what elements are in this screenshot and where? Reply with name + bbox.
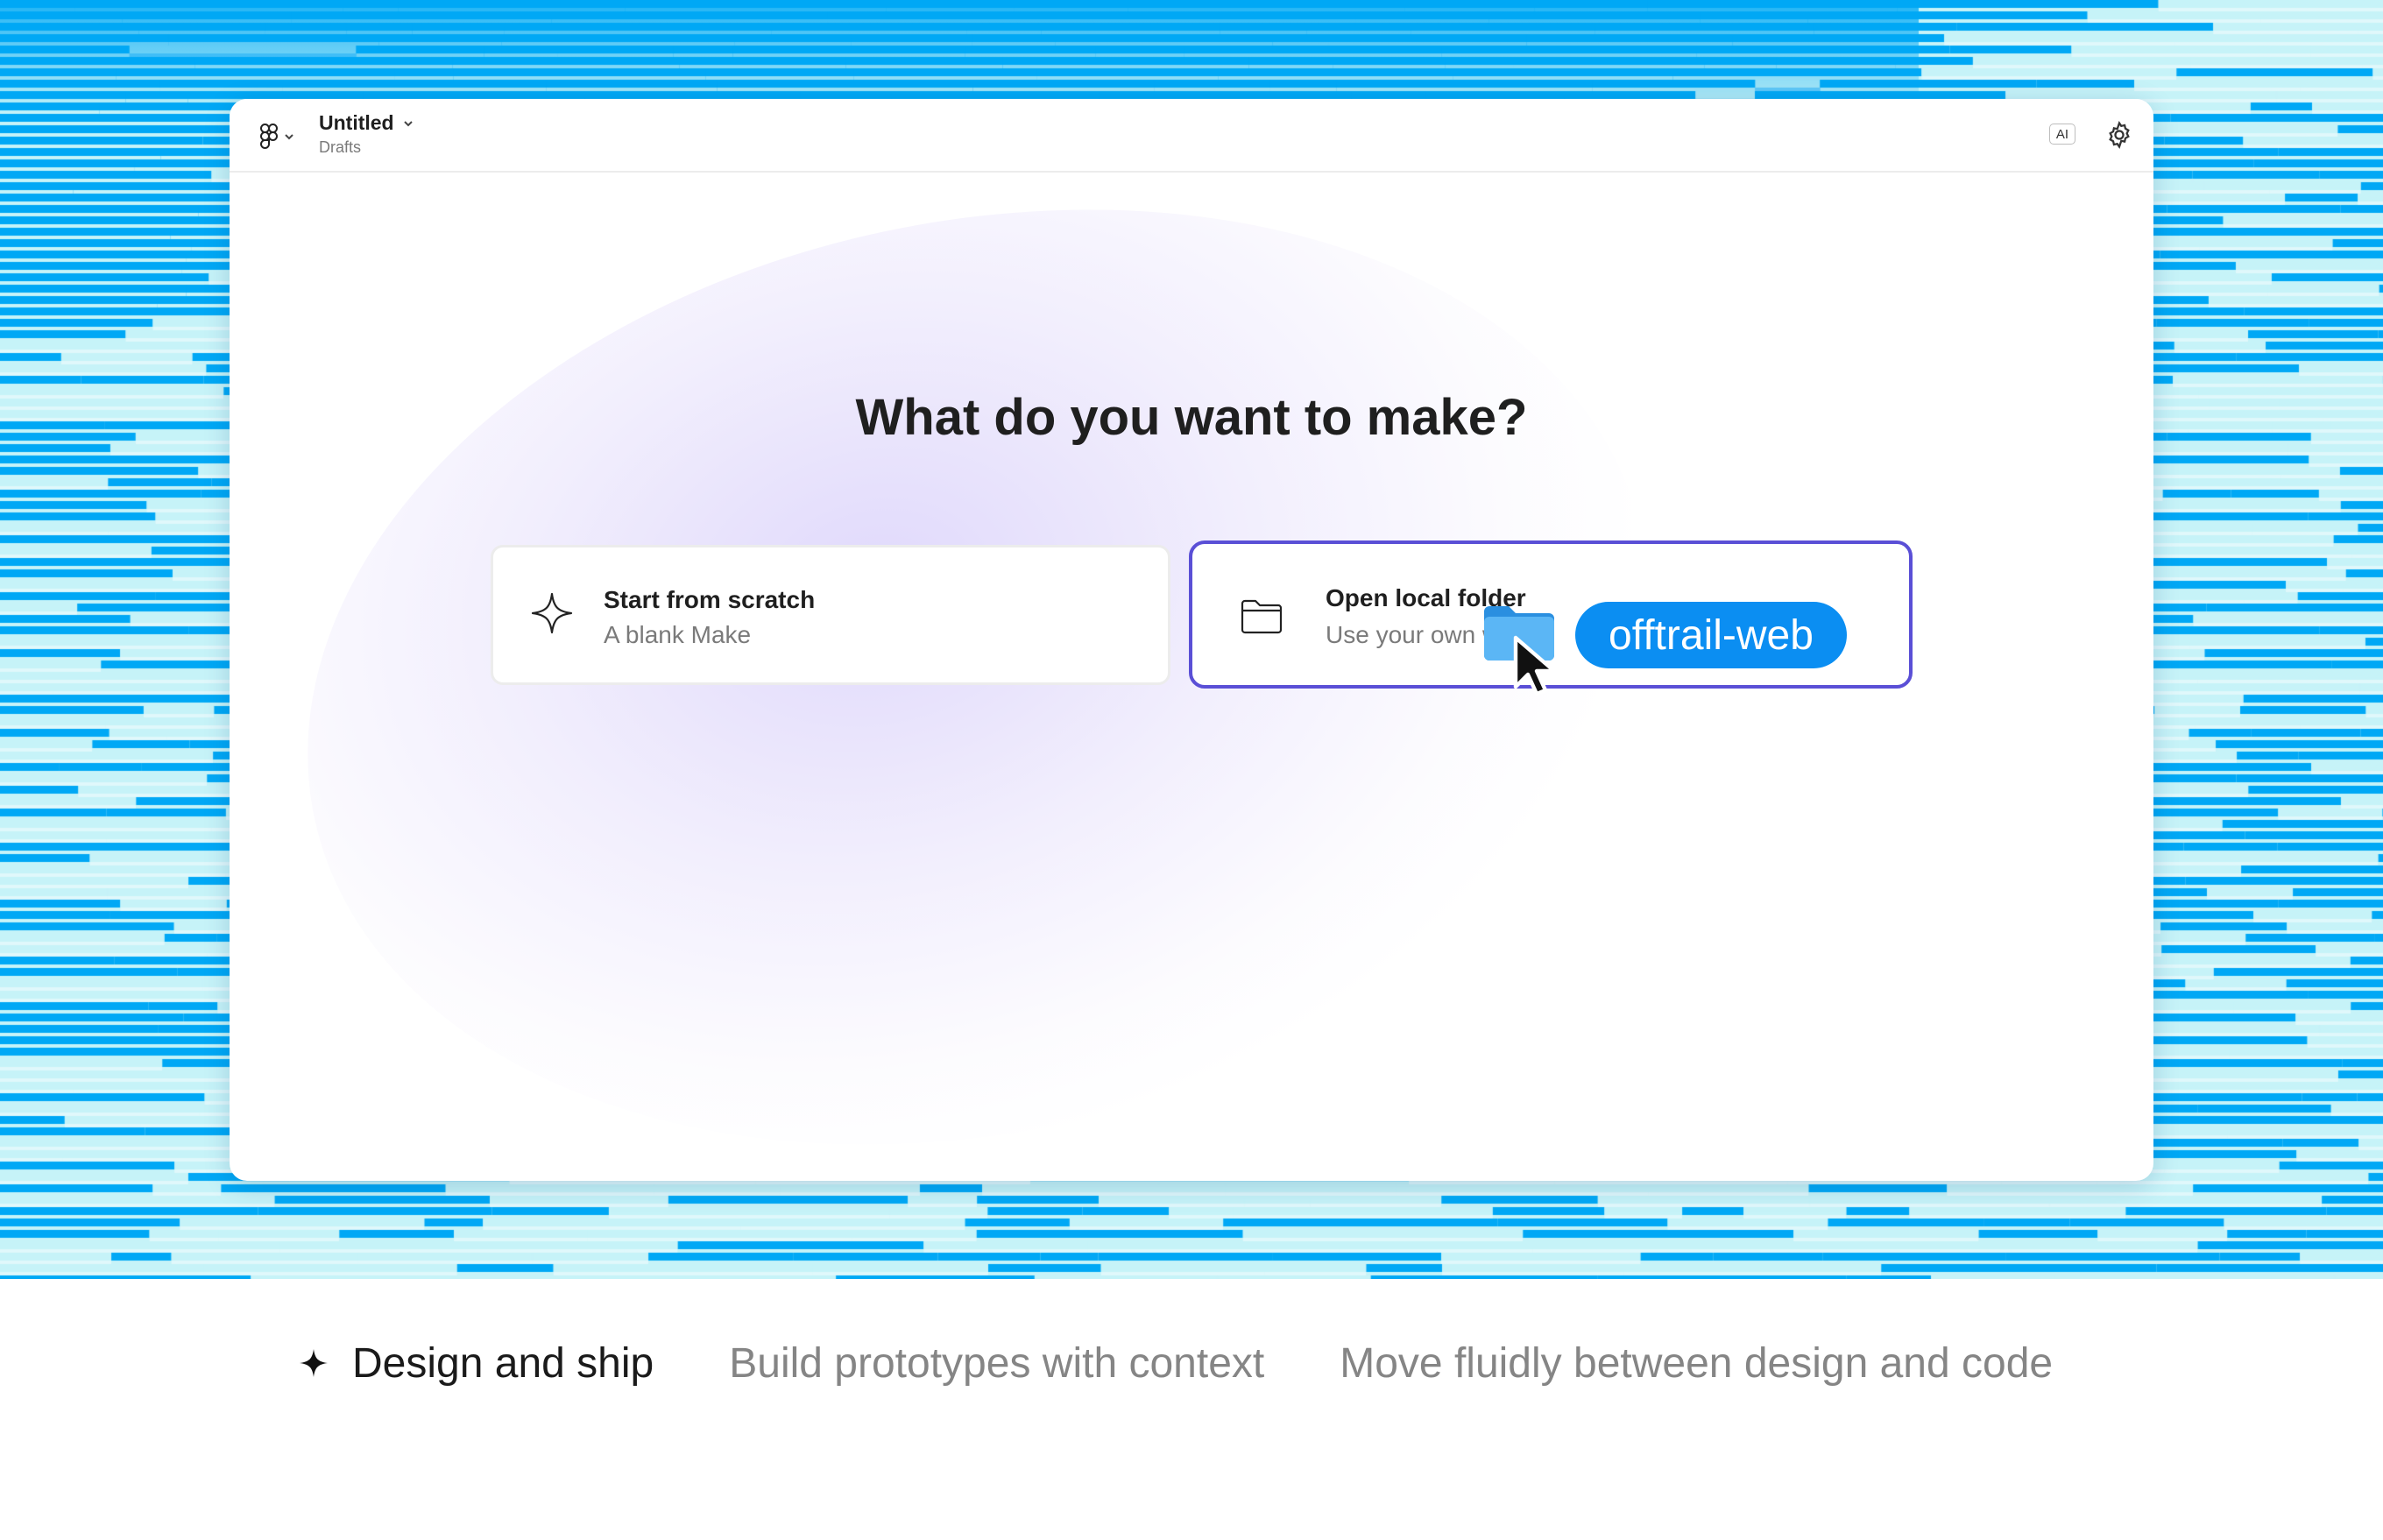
app-window: Untitled Drafts AI What do you want to m… (230, 99, 2153, 1181)
folder-icon (1241, 599, 1283, 634)
tab-label: Design and ship (352, 1339, 654, 1387)
start-from-scratch-card[interactable]: Start from scratch A blank Make (491, 545, 1170, 685)
app-topbar: Untitled Drafts AI (230, 99, 2153, 173)
sparkle-icon (300, 1349, 328, 1377)
mouse-cursor-icon (1513, 635, 1557, 696)
sparkle-outline-icon (531, 592, 573, 634)
tab-label: Build prototypes with context (729, 1339, 1265, 1387)
chevron-down-icon (285, 134, 293, 140)
file-location: Drafts (319, 138, 362, 156)
hero-background: Untitled Drafts AI What do you want to m… (0, 0, 2383, 1279)
ai-badge[interactable]: AI (2049, 124, 2075, 145)
tab-build-prototypes[interactable]: Build prototypes with context (729, 1339, 1264, 1388)
chevron-down-icon (403, 120, 413, 126)
figma-logo-icon (259, 124, 278, 149)
file-title-menu[interactable]: Untitled Drafts (319, 111, 414, 157)
page-headline: What do you want to make? (855, 389, 1528, 446)
feature-tabs: Design and ship Build prototypes with co… (298, 1337, 2053, 1389)
gear-icon[interactable] (2104, 120, 2134, 150)
file-title: Untitled (319, 111, 394, 134)
card-description: A blank Make (604, 621, 752, 648)
tab-move-fluidly[interactable]: Move fluidly between design and code (1340, 1339, 2053, 1388)
main-menu-button[interactable] (259, 122, 294, 152)
card-title: Start from scratch (604, 586, 816, 613)
dragged-folder-label: offtrail-web (1575, 602, 1847, 668)
tab-design-and-ship[interactable]: Design and ship (298, 1339, 654, 1388)
tab-label: Move fluidly between design and code (1340, 1339, 2054, 1387)
